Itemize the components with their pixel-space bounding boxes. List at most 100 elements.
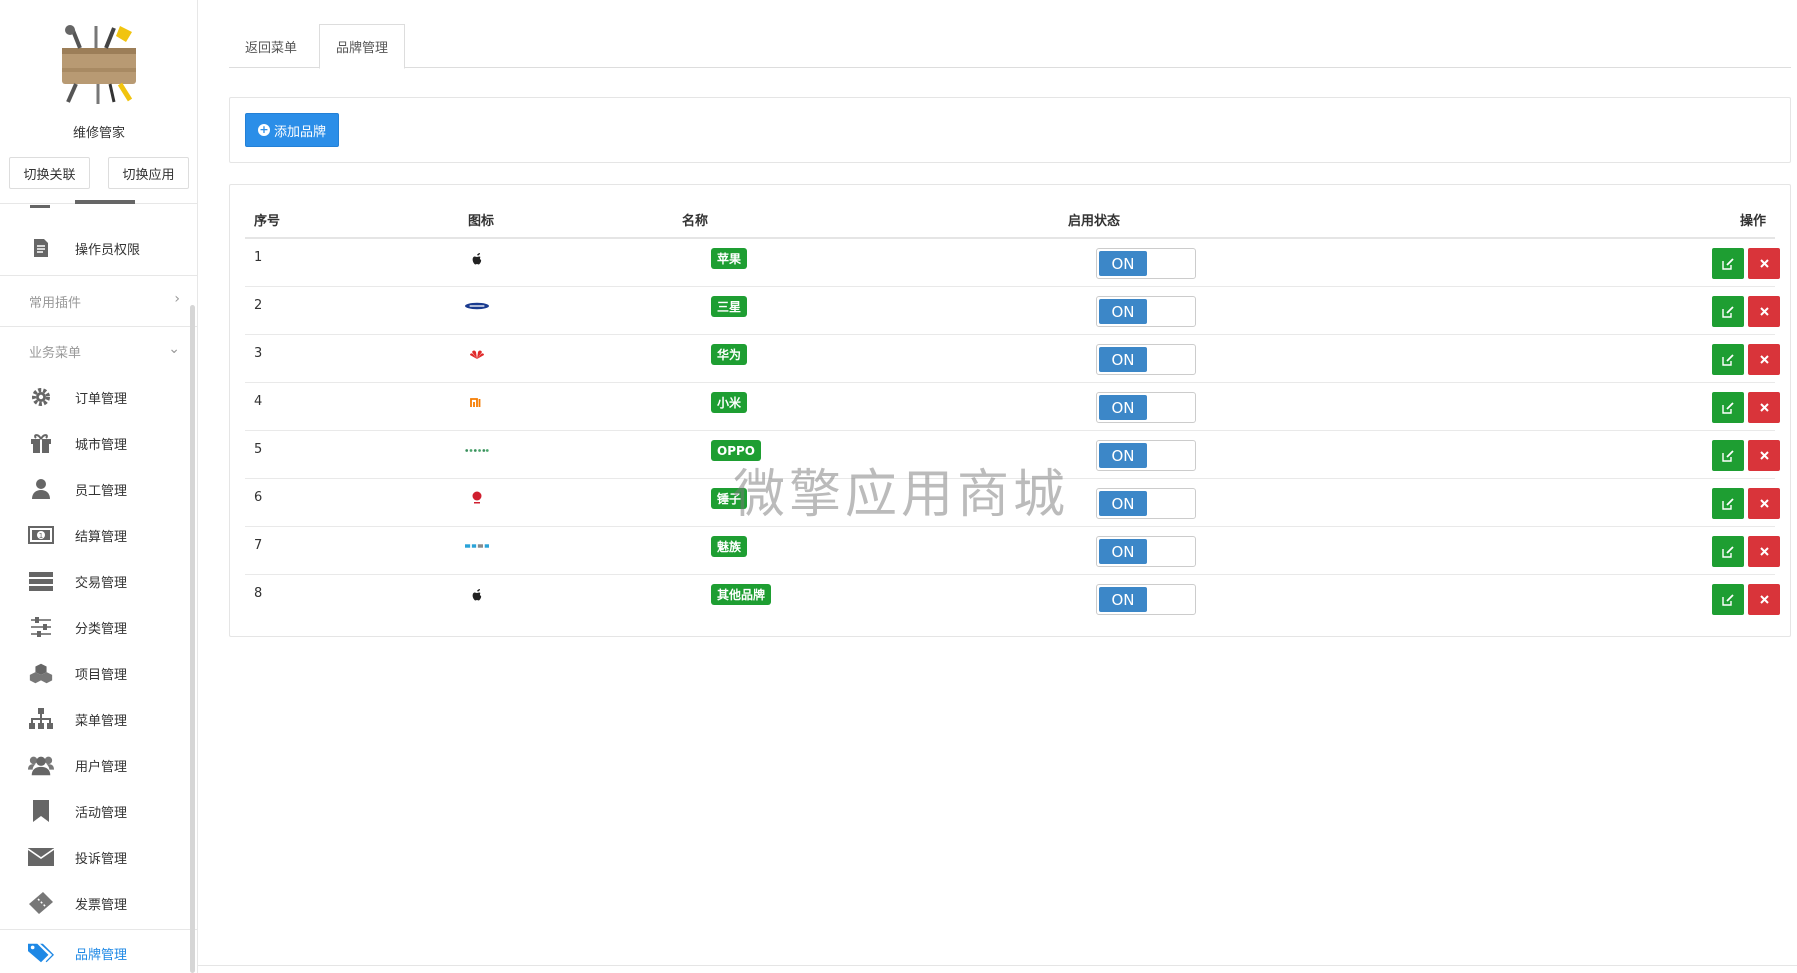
edit-button[interactable]: [1712, 584, 1744, 615]
close-icon: [1759, 547, 1769, 556]
close-icon: [1759, 259, 1769, 268]
tags-icon: [28, 942, 54, 964]
tab-back-to-menu[interactable]: 返回菜单: [229, 24, 313, 68]
user-icon: [28, 478, 54, 500]
sidebar-item-invoices[interactable]: 发票管理: [0, 883, 192, 923]
sidebar-item-brands[interactable]: 品牌管理: [0, 933, 192, 973]
tab-bar: 返回菜单 品牌管理: [229, 24, 1791, 69]
delete-button[interactable]: [1748, 296, 1780, 327]
close-icon: [1759, 403, 1769, 412]
status-toggle[interactable]: ON: [1096, 440, 1196, 471]
sidebar-item-users[interactable]: 用户管理: [0, 745, 192, 785]
edit-button[interactable]: [1712, 296, 1744, 327]
sidebar-item-label: 结算管理: [75, 529, 128, 545]
money-icon: 1: [28, 524, 54, 546]
sidebar-item-label: 用户管理: [75, 759, 128, 775]
samsung-logo-icon: [465, 299, 489, 313]
edit-icon: [1722, 353, 1734, 366]
status-toggle[interactable]: ON: [1096, 584, 1196, 615]
bookmark-icon: [28, 800, 54, 822]
status-toggle[interactable]: ON: [1096, 248, 1196, 279]
row-index: 8: [254, 586, 263, 601]
toolbar-panel: + 添加品牌: [229, 97, 1791, 163]
sidebar-scrollbar[interactable]: [190, 305, 195, 973]
sidebar-item-partial[interactable]: [28, 198, 178, 220]
brand-table: 序号 图标 名称 启用状态 操作 1 苹果 ON 2 三星 ON 3 华为 ON…: [229, 184, 1791, 637]
sidebar-item-label: 操作员权限: [75, 242, 141, 258]
toggle-on-label: ON: [1099, 491, 1147, 516]
table-row: 7 魅族 ON: [245, 527, 1780, 575]
toggle-on-label: ON: [1099, 443, 1147, 468]
sidebar-divider: [0, 929, 197, 930]
section-business-menu[interactable]: 业务菜单 ⌄: [0, 330, 192, 370]
tab-brand-management[interactable]: 品牌管理: [319, 24, 406, 69]
delete-button[interactable]: [1748, 344, 1780, 375]
sidebar: 维修管家 切换关联 切换应用 操作员权限 常用插件 › 业务菜单 ⌄ 订单管理 …: [0, 0, 198, 973]
brand-name-badge: 华为: [711, 344, 748, 365]
header-index: 序号: [254, 214, 281, 229]
sidebar-item-complaints[interactable]: 投诉管理: [0, 837, 192, 877]
sidebar-item-label: 发票管理: [75, 897, 128, 913]
smartisan-logo-icon: [465, 491, 489, 505]
edit-icon: [1722, 593, 1734, 606]
sidebar-item-settlement[interactable]: 1 结算管理: [0, 515, 192, 555]
toggle-on-label: ON: [1099, 395, 1147, 420]
edit-button[interactable]: [1712, 536, 1744, 567]
sidebar-item-label: 交易管理: [75, 575, 128, 591]
edit-button[interactable]: [1712, 344, 1744, 375]
apple-logo-icon: [465, 587, 489, 601]
svg-text:1: 1: [39, 532, 43, 540]
sidebar-item-activities[interactable]: 活动管理: [0, 791, 192, 831]
delete-button[interactable]: [1748, 248, 1780, 279]
sidebar-item-staff[interactable]: 员工管理: [0, 469, 192, 509]
edit-icon: [1722, 449, 1734, 462]
edit-button[interactable]: [1712, 248, 1744, 279]
sidebar-item-label: 订单管理: [75, 391, 128, 407]
sidebar-divider: [0, 326, 197, 327]
delete-button[interactable]: [1748, 440, 1780, 471]
delete-button[interactable]: [1748, 584, 1780, 615]
server-icon: [28, 570, 54, 592]
table-row: 2 三星 ON: [245, 287, 1780, 335]
section-common-plugins[interactable]: 常用插件 ›: [0, 280, 192, 320]
header-status: 启用状态: [1068, 214, 1121, 229]
brand-name-badge: 小米: [711, 392, 748, 413]
document-icon: [28, 237, 54, 259]
sidebar-item-transactions[interactable]: 交易管理: [0, 561, 192, 601]
app-name: 维修管家: [72, 126, 125, 141]
delete-button[interactable]: [1748, 488, 1780, 519]
row-index: 4: [254, 394, 263, 409]
status-toggle[interactable]: ON: [1096, 536, 1196, 567]
sidebar-item-categories[interactable]: 分类管理: [0, 607, 192, 647]
brand-name-badge: 魅族: [711, 536, 748, 557]
edit-icon: [1722, 257, 1734, 270]
brand-name-badge: 其他品牌: [711, 584, 772, 605]
edit-button[interactable]: [1712, 488, 1744, 519]
status-toggle[interactable]: ON: [1096, 488, 1196, 519]
close-icon: [1759, 451, 1769, 460]
status-toggle[interactable]: ON: [1096, 344, 1196, 375]
sidebar-item-projects[interactable]: 项目管理: [0, 653, 192, 693]
sidebar-item-cities[interactable]: 城市管理: [0, 423, 192, 463]
status-toggle[interactable]: ON: [1096, 392, 1196, 423]
status-toggle[interactable]: ON: [1096, 296, 1196, 327]
switch-app-button[interactable]: 切换应用: [108, 157, 189, 189]
row-index: 6: [254, 490, 263, 505]
switch-link-button[interactable]: 切换关联: [9, 157, 90, 189]
add-brand-button[interactable]: + 添加品牌: [245, 113, 340, 147]
sidebar-item-operator-permissions[interactable]: 操作员权限: [0, 228, 192, 268]
sidebar-item-menus[interactable]: 菜单管理: [0, 699, 192, 739]
edit-button[interactable]: [1712, 440, 1744, 471]
sidebar-item-label: 项目管理: [75, 667, 128, 683]
close-icon: [1759, 595, 1769, 604]
brand-name-badge: 苹果: [711, 248, 748, 269]
edit-button[interactable]: [1712, 392, 1744, 423]
edit-icon: [1722, 497, 1734, 510]
sidebar-item-orders[interactable]: 订单管理: [0, 377, 192, 417]
row-index: 1: [254, 250, 263, 265]
delete-button[interactable]: [1748, 536, 1780, 567]
toggle-on-label: ON: [1099, 251, 1147, 276]
delete-button[interactable]: [1748, 392, 1780, 423]
row-index: 7: [254, 538, 263, 553]
sidebar-item-label: 投诉管理: [75, 851, 128, 867]
